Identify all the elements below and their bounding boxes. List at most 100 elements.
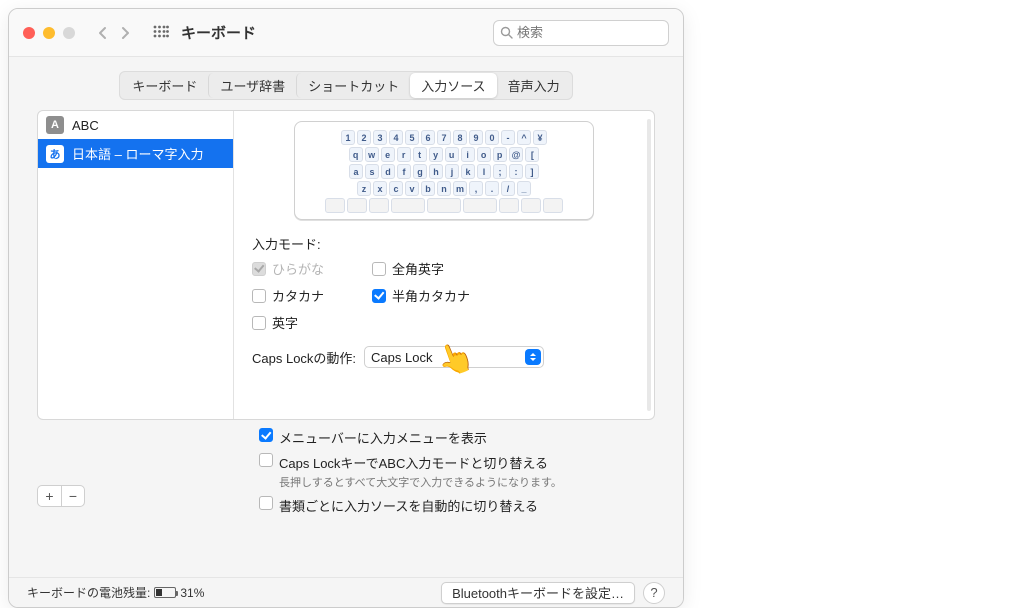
global-options: メニューバーに入力メニューを表示 Caps LockキーでABC入力モードと切り… — [259, 428, 655, 515]
key — [347, 198, 367, 213]
footer: キーボードの電池残量: 31% Bluetoothキーボードを設定… ? — [9, 577, 683, 607]
segmented-control: キーボードユーザ辞書ショートカット入力ソース音声入力 — [119, 71, 572, 100]
keyboard-preview: 1234567890-^¥qwertyuiop@[asdfghjkl;:]zxc… — [294, 121, 594, 220]
key: g — [413, 164, 427, 179]
key: - — [501, 130, 515, 145]
caps-lock-row: Caps Lockの動作: Caps Lock 👆 — [252, 346, 636, 368]
checkbox-icon[interactable] — [259, 453, 273, 467]
source-badge-icon: A — [46, 116, 64, 134]
checkbox-icon[interactable] — [259, 428, 273, 442]
mode-hankaku-katakana[interactable]: 半角カタカナ — [372, 286, 470, 305]
window-controls — [23, 27, 75, 39]
key: s — [365, 164, 379, 179]
show-all-icon[interactable] — [153, 25, 169, 41]
key: p — [493, 147, 507, 162]
checkbox-icon[interactable] — [372, 289, 386, 303]
zoom-window-button[interactable] — [63, 27, 75, 39]
key: a — [349, 164, 363, 179]
key: c — [389, 181, 403, 196]
source-item-1[interactable]: あ日本語 – ローマ字入力 — [38, 139, 233, 168]
input-modes: ひらがな カタカナ 英字 全角英字 — [252, 259, 636, 332]
key: e — [381, 147, 395, 162]
add-source-button[interactable]: + — [37, 485, 61, 507]
key: ] — [525, 164, 539, 179]
back-button[interactable] — [93, 23, 113, 43]
titlebar: キーボード — [9, 9, 683, 57]
key — [463, 198, 497, 213]
opt-show-menu-label: メニューバーに入力メニューを表示 — [279, 428, 487, 447]
key: 9 — [469, 130, 483, 145]
key: @ — [509, 147, 524, 162]
input-source-list[interactable]: A ABC あ日本語 – ローマ字入力 — [38, 111, 234, 419]
forward-button[interactable] — [115, 23, 135, 43]
key: d — [381, 164, 395, 179]
opt-caps-switch-label: Caps LockキーでABC入力モードと切り替える — [279, 453, 548, 472]
key: : — [509, 164, 523, 179]
tab-4[interactable]: 音声入力 — [497, 73, 571, 98]
mode-katakana[interactable]: カタカナ — [252, 286, 372, 305]
mode-han-kata-label: 半角カタカナ — [392, 286, 470, 305]
tab-0[interactable]: キーボード — [121, 73, 208, 98]
tab-bar: キーボードユーザ辞書ショートカット入力ソース音声入力 — [9, 57, 683, 110]
battery-icon — [154, 587, 176, 598]
key — [391, 198, 425, 213]
search-input[interactable] — [517, 25, 684, 40]
key: 6 — [421, 130, 435, 145]
help-button[interactable]: ? — [643, 582, 665, 604]
key: f — [397, 164, 411, 179]
key — [543, 198, 563, 213]
preferences-window: キーボード キーボードユーザ辞書ショートカット入力ソース音声入力 AABCあ日本… — [8, 8, 684, 608]
remove-source-button[interactable]: − — [61, 485, 85, 507]
pointer-cursor-icon: 👆 — [432, 337, 479, 383]
mode-katakana-label: カタカナ — [272, 286, 324, 305]
checkbox-icon — [252, 262, 266, 276]
source-detail: 1234567890-^¥qwertyuiop@[asdfghjkl;:]zxc… — [234, 111, 654, 419]
key: m — [453, 181, 467, 196]
mode-zenkaku-eisu[interactable]: 全角英字 — [372, 259, 470, 278]
window-title: キーボード — [181, 22, 256, 43]
key: j — [445, 164, 459, 179]
key: ¥ — [533, 130, 547, 145]
source-badge-icon: あ — [46, 145, 64, 163]
bluetooth-keyboard-button[interactable]: Bluetoothキーボードを設定… — [441, 582, 635, 604]
key: ^ — [517, 130, 531, 145]
caps-lock-value: Caps Lock — [371, 350, 432, 365]
opt-auto-switch[interactable]: 書類ごとに入力ソースを自動的に切り替える — [259, 496, 655, 515]
key — [521, 198, 541, 213]
key: x — [373, 181, 387, 196]
key: 5 — [405, 130, 419, 145]
battery-percent: 31% — [180, 586, 204, 600]
close-window-button[interactable] — [23, 27, 35, 39]
tab-3[interactable]: 入力ソース — [410, 73, 496, 98]
key: _ — [517, 181, 531, 196]
key: i — [461, 147, 475, 162]
minimize-window-button[interactable] — [43, 27, 55, 39]
opt-show-input-menu[interactable]: メニューバーに入力メニューを表示 — [259, 428, 655, 447]
search-field[interactable] — [493, 20, 669, 46]
opt-auto-switch-label: 書類ごとに入力ソースを自動的に切り替える — [279, 496, 538, 515]
search-icon — [500, 26, 513, 39]
checkbox-icon[interactable] — [372, 262, 386, 276]
source-label: ABC — [72, 118, 99, 133]
key: . — [485, 181, 499, 196]
key: q — [349, 147, 363, 162]
checkbox-icon[interactable] — [252, 316, 266, 330]
tab-1[interactable]: ユーザ辞書 — [208, 73, 296, 98]
key: w — [365, 147, 379, 162]
checkbox-icon[interactable] — [252, 289, 266, 303]
opt-caps-switch[interactable]: Caps LockキーでABC入力モードと切り替える — [259, 453, 655, 472]
source-label: 日本語 – ローマ字入力 — [72, 144, 203, 163]
key: 8 — [453, 130, 467, 145]
key: 3 — [373, 130, 387, 145]
key: k — [461, 164, 475, 179]
checkbox-icon[interactable] — [259, 496, 273, 510]
tab-2[interactable]: ショートカット — [296, 73, 410, 98]
mode-eiji[interactable]: 英字 — [252, 313, 372, 332]
add-remove-buttons: + − — [37, 485, 85, 507]
key: o — [477, 147, 491, 162]
key: h — [429, 164, 443, 179]
key: u — [445, 147, 459, 162]
source-item-0[interactable]: A ABC — [38, 111, 233, 139]
key: / — [501, 181, 515, 196]
key — [325, 198, 345, 213]
